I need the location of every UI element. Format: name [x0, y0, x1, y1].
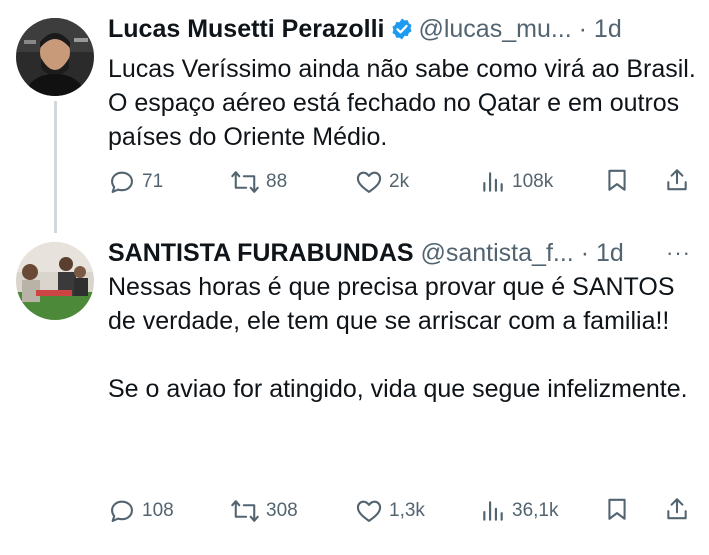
separator: · [580, 239, 590, 267]
retweet-icon [231, 171, 259, 193]
author-name[interactable]: SANTISTA FURABUNDAS [108, 239, 414, 267]
share-icon [667, 498, 687, 520]
like-button[interactable]: 1,3k [355, 495, 425, 527]
tweet-actions: 108 308 1,3k 36,1k [108, 495, 698, 527]
tweet-text: Nessas horas é que precisa provar que é … [108, 273, 688, 403]
retweet-button[interactable]: 88 [230, 166, 287, 198]
reply-button[interactable]: 71 [108, 166, 163, 198]
retweet-count: 88 [266, 171, 288, 192]
tweet-header: Lucas Musetti Perazolli @lucas_mu... · 1d [108, 14, 622, 48]
like-button[interactable]: 2k [355, 166, 409, 198]
tweet-actions: 71 88 2k 108k [108, 166, 698, 198]
thread-connector-line [54, 101, 57, 233]
view-count: 108k [512, 171, 554, 192]
retweet-icon [231, 500, 259, 522]
retweet-button[interactable]: 308 [230, 495, 298, 527]
heart-icon [356, 500, 382, 522]
tweet-text: Lucas Veríssimo ainda não sabe como virá… [108, 55, 703, 151]
timestamp[interactable]: 1d [596, 239, 624, 267]
reply-icon [111, 171, 133, 193]
timestamp[interactable]: 1d [594, 15, 622, 43]
view-count: 36,1k [512, 500, 559, 521]
views-chart-icon [483, 172, 503, 192]
bookmark-button[interactable] [604, 166, 630, 194]
bookmark-icon [608, 169, 626, 191]
author-handle[interactable]: @santista_f... [421, 239, 574, 267]
avatar-lucas[interactable] [16, 18, 94, 96]
reply-button[interactable]: 108 [108, 495, 174, 527]
more-options-icon[interactable]: ··· [666, 240, 691, 266]
views-button[interactable]: 108k [480, 166, 553, 198]
views-chart-icon [483, 501, 503, 521]
separator: · [578, 15, 587, 43]
avatar-santista[interactable] [16, 242, 94, 320]
verified-badge-icon [390, 17, 414, 48]
like-count: 1,3k [389, 500, 425, 521]
author-name[interactable]: Lucas Musetti Perazolli [108, 15, 384, 43]
retweet-count: 308 [266, 500, 298, 521]
author-handle[interactable]: @lucas_mu... [418, 15, 571, 43]
reply-icon [111, 500, 133, 522]
reply-count: 71 [142, 171, 164, 192]
tweet-1[interactable]: Lucas Musetti Perazolli @lucas_mu... · 1d… [0, 0, 709, 233]
bookmark-button[interactable] [604, 495, 630, 523]
heart-icon [356, 171, 382, 193]
share-icon [667, 169, 687, 191]
tweet-2[interactable]: SANTISTA FURABUNDAS @santista_f... · 1d … [0, 230, 709, 555]
reply-count: 108 [142, 500, 174, 521]
like-count: 2k [389, 171, 410, 192]
share-button[interactable] [664, 166, 690, 194]
bookmark-icon [608, 498, 626, 520]
tweet-header: SANTISTA FURABUNDAS @santista_f... · 1d [108, 238, 624, 268]
share-button[interactable] [664, 495, 690, 523]
views-button[interactable]: 36,1k [480, 495, 558, 527]
